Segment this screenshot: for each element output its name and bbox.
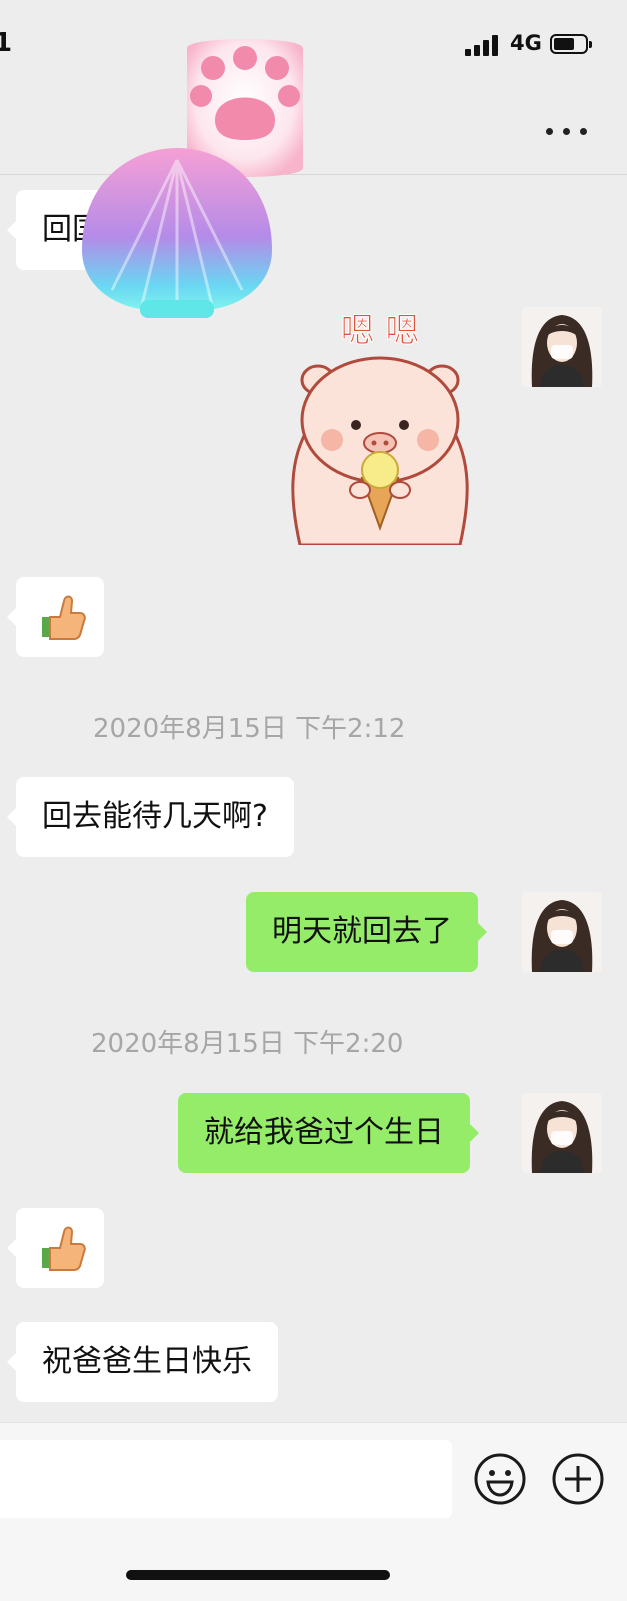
- sticker-message[interactable]: 嗯 嗯: [280, 300, 480, 547]
- incoming-emoji-message[interactable]: [7, 1208, 104, 1288]
- plus-button[interactable]: [551, 1452, 605, 1506]
- timestamp: 2020年8月15日 下午2:20: [91, 1029, 404, 1059]
- smiley-face-icon: [474, 1453, 526, 1505]
- network-type: 4G: [510, 31, 542, 55]
- more-dots-icon: [546, 128, 553, 135]
- pig-eating-ice-cream-sticker: 嗯 嗯: [291, 311, 469, 547]
- avatar[interactable]: [522, 892, 602, 972]
- svg-text:嗯 嗯: 嗯 嗯: [341, 311, 420, 351]
- avatar[interactable]: [522, 307, 602, 387]
- avatar[interactable]: [522, 1093, 602, 1173]
- incoming-message[interactable]: 回去能待几天啊?: [7, 777, 294, 857]
- outgoing-message[interactable]: 就给我爸过个生日: [178, 1093, 479, 1173]
- outgoing-message[interactable]: 明天就回去了: [246, 892, 487, 972]
- thumbs-up-icon: [42, 1226, 86, 1271]
- emoji-button[interactable]: [473, 1452, 527, 1506]
- shell-sticker: [72, 140, 282, 325]
- timestamp: 2020年8月15日 下午2:12: [93, 714, 406, 744]
- more-options-button[interactable]: [546, 118, 594, 144]
- home-indicator[interactable]: [126, 1570, 390, 1580]
- plus-circle-icon: [552, 1453, 604, 1505]
- incoming-message[interactable]: 祝爸爸生日快乐: [7, 1322, 278, 1402]
- status-time: 1: [0, 28, 13, 58]
- incoming-emoji-message[interactable]: [7, 577, 104, 657]
- signal-icon: [465, 34, 505, 56]
- thumbs-up-icon: [42, 595, 86, 640]
- message-input[interactable]: [0, 1440, 452, 1518]
- battery-icon: [550, 34, 594, 56]
